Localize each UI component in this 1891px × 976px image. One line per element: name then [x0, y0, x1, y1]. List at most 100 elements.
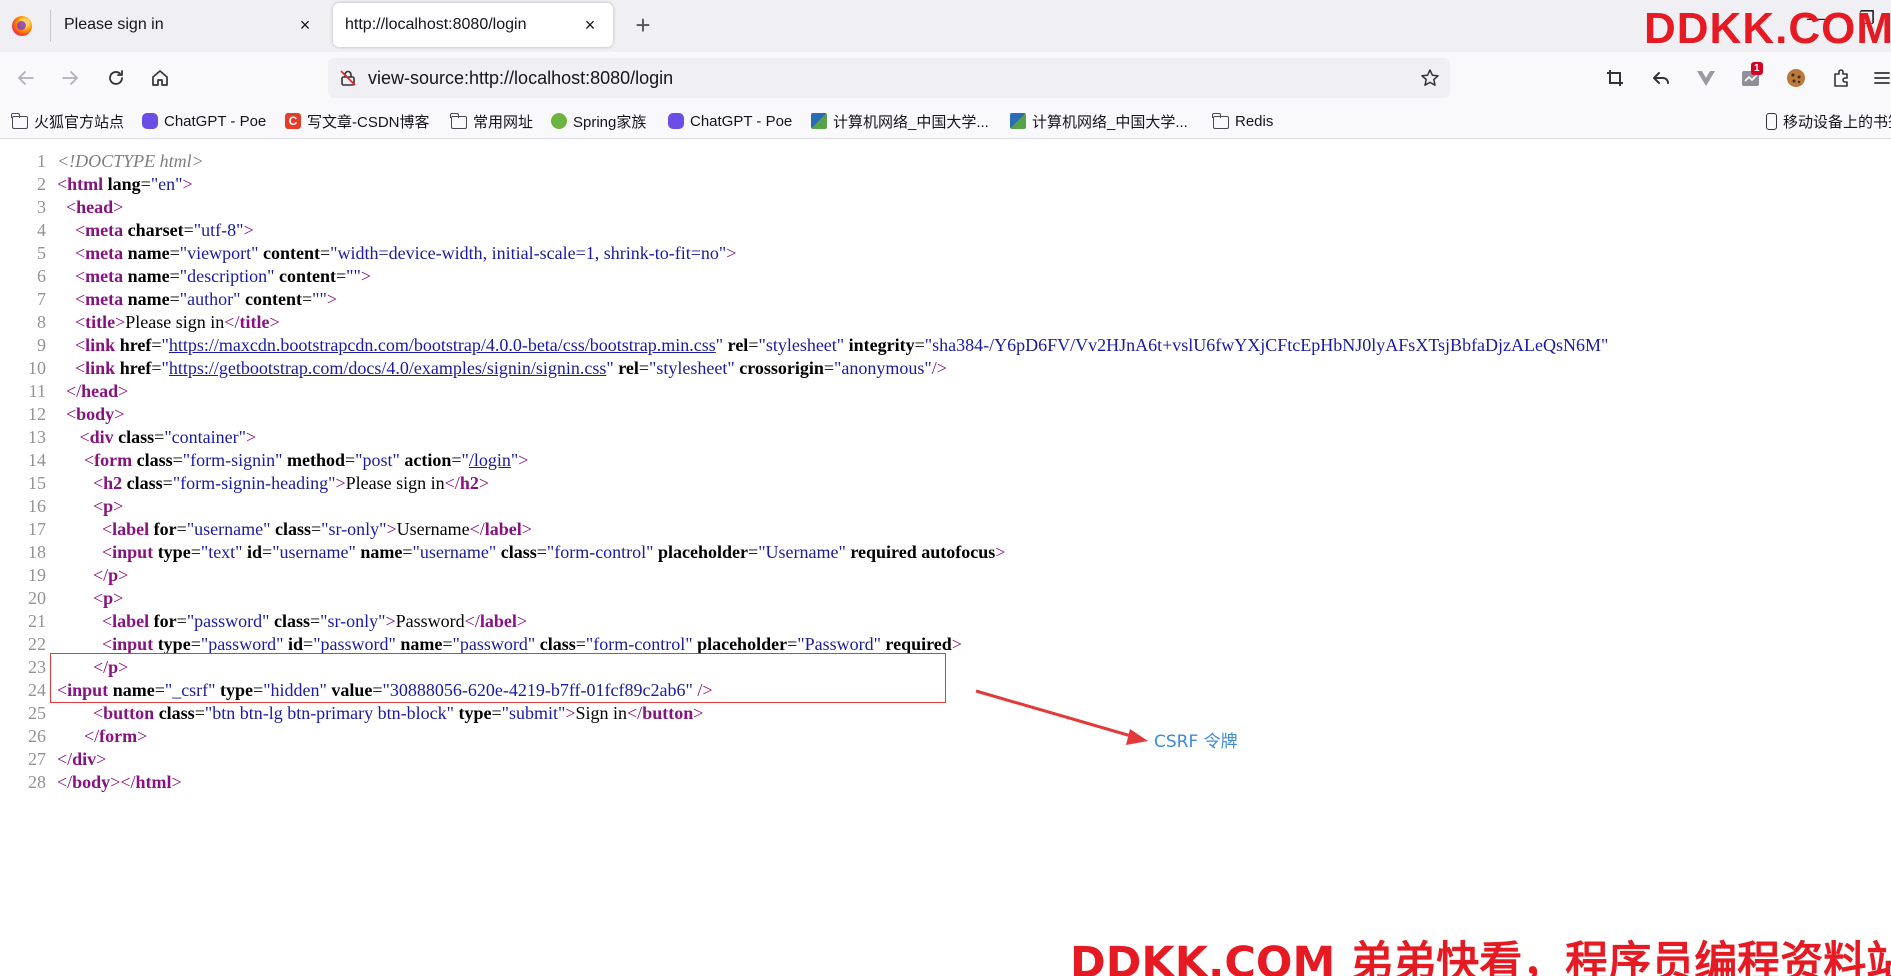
line-number: 7: [37, 289, 46, 309]
source-line: 12 <body>: [0, 403, 1891, 426]
source-code-text: <meta name="description" content="">: [75, 266, 371, 286]
source-line: 20 <p>: [0, 587, 1891, 610]
url-text[interactable]: view-source:http://localhost:8080/login: [368, 68, 1410, 89]
source-line: 18 <input type="text" id="username" name…: [0, 541, 1891, 564]
firefox-logo-icon[interactable]: [12, 16, 32, 36]
source-line: 5 <meta name="viewport" content="width=d…: [0, 242, 1891, 265]
source-line: 8 <title>Please sign in</title>: [0, 311, 1891, 334]
csdn-icon: C: [285, 113, 301, 129]
source-line: 16 <p>: [0, 495, 1891, 518]
menu-icon[interactable]: [1866, 62, 1891, 94]
line-number: 24: [28, 680, 46, 700]
source-code-text: <p>: [93, 496, 124, 516]
source-line: 11 </head>: [0, 380, 1891, 403]
source-line: 13 <div class="container">: [0, 426, 1891, 449]
line-number: 3: [37, 197, 46, 217]
forward-button[interactable]: [54, 62, 86, 94]
home-button[interactable]: [144, 62, 176, 94]
source-line: 4 <meta charset="utf-8">: [0, 219, 1891, 242]
line-number: 19: [28, 565, 46, 585]
line-number: 16: [28, 496, 46, 516]
source-code-text: <h2 class="form-signin-heading">Please s…: [93, 473, 489, 493]
bookmark-item[interactable]: ChatGPT - Poe: [142, 110, 266, 132]
bookmark-item[interactable]: 常用网址: [450, 110, 534, 132]
source-line: 14 <form class="form-signin" method="pos…: [0, 449, 1891, 472]
source-code-text: </head>: [66, 381, 129, 401]
source-code-text: <p>: [93, 588, 124, 608]
source-code-text: <button class="btn btn-lg btn-primary bt…: [93, 703, 704, 723]
tab-strip: Please sign in × http://localhost:8080/l…: [0, 0, 1891, 52]
address-bar[interactable]: view-source:http://localhost:8080/login: [328, 58, 1450, 98]
close-icon[interactable]: ×: [579, 15, 601, 36]
bookmark-label: Redis: [1235, 112, 1274, 130]
source-code-text: <meta charset="utf-8">: [75, 220, 254, 240]
source-code-text: <link href="https://getbootstrap.com/doc…: [75, 358, 947, 378]
close-icon[interactable]: ×: [294, 15, 316, 36]
bookmark-star-icon[interactable]: [1410, 58, 1450, 98]
line-number: 20: [28, 588, 46, 608]
source-code-text: </form>: [84, 726, 148, 746]
source-line: 15 <h2 class="form-signin-heading">Pleas…: [0, 472, 1891, 495]
bookmark-item[interactable]: 计算机网络_中国大学...: [811, 110, 989, 132]
bookmark-item[interactable]: Spring家族: [551, 110, 646, 132]
source-line: 9 <link href="https://maxcdn.bootstrapcd…: [0, 334, 1891, 357]
undo-icon[interactable]: [1645, 62, 1677, 94]
bookmark-label: 移动设备上的书签: [1783, 113, 1891, 131]
reload-button[interactable]: [100, 62, 132, 94]
source-line: 10 <link href="https://getbootstrap.com/…: [0, 357, 1891, 380]
source-code-text: <body>: [66, 404, 125, 424]
mobile-bookmarks-item[interactable]: 移动设备上的书签: [1766, 110, 1891, 132]
source-code-text: <link href="https://maxcdn.bootstrapcdn.…: [75, 335, 1609, 355]
bookmark-item[interactable]: 火狐官方站点: [11, 110, 125, 132]
source-line: 27 </div>: [0, 748, 1891, 771]
mooc-icon: [1010, 113, 1026, 129]
bookmark-item[interactable]: 计算机网络_中国大学...: [1010, 110, 1188, 132]
line-number: 15: [28, 473, 46, 493]
source-code-text: <label for="password" class="sr-only">Pa…: [102, 611, 527, 631]
line-number: 2: [37, 174, 46, 194]
watermark-top: DDKK.COM: [1644, 4, 1891, 53]
bookmark-label: 火狐官方站点: [34, 113, 125, 131]
tab-divider: [50, 10, 51, 42]
bookmark-item[interactable]: ChatGPT - Poe: [668, 110, 792, 132]
insecure-lock-icon[interactable]: [328, 58, 368, 98]
source-line: 25 <button class="btn btn-lg btn-primary…: [0, 702, 1891, 725]
tab-please-sign-in[interactable]: Please sign in ×: [52, 3, 328, 47]
line-number: 1: [37, 151, 46, 171]
source-code-text: <head>: [66, 197, 124, 217]
notification-badge: 1: [1751, 62, 1763, 75]
line-number: 21: [28, 611, 46, 631]
source-line: 3 <head>: [0, 196, 1891, 219]
source-code-text: <input type="text" id="username" name="u…: [102, 542, 1006, 562]
home-icon: [152, 70, 168, 86]
line-number: 4: [37, 220, 46, 240]
bookmark-item[interactable]: Redis: [1212, 110, 1274, 132]
line-number: 25: [28, 703, 46, 723]
tab-view-source[interactable]: http://localhost:8080/login ×: [333, 3, 613, 47]
back-button[interactable]: [10, 62, 42, 94]
line-number: 28: [28, 772, 46, 792]
source-code-text: </div>: [57, 749, 107, 769]
source-line: 19 </p>: [0, 564, 1891, 587]
bookmark-label: 常用网址: [473, 113, 534, 131]
source-code-text: <html lang="en">: [57, 174, 193, 194]
bookmark-item[interactable]: C 写文章-CSDN博客: [285, 110, 430, 132]
screenshot-crop-icon[interactable]: [1599, 62, 1631, 94]
line-number: 9: [37, 335, 46, 355]
source-line: 6 <meta name="description" content="">: [0, 265, 1891, 288]
line-number: 13: [28, 427, 46, 447]
spring-icon: [551, 113, 567, 129]
forward-arrow-icon: [62, 71, 78, 85]
bookmark-label: 写文章-CSDN博客: [307, 113, 430, 131]
watermark-bottom: DDKK.COM 弟弟快看，程序员编程资料站: [1070, 938, 1891, 976]
source-code-text: <label for="username" class="sr-only">Us…: [102, 519, 532, 539]
line-number: 22: [28, 634, 46, 654]
vue-devtools-icon[interactable]: [1690, 62, 1722, 94]
cookie-icon[interactable]: [1780, 62, 1812, 94]
extensions-puzzle-icon[interactable]: [1825, 62, 1857, 94]
extension-notes-icon[interactable]: 1: [1735, 62, 1767, 94]
source-line: 2 <html lang="en">: [0, 173, 1891, 196]
bookmark-label: ChatGPT - Poe: [164, 112, 267, 130]
new-tab-button[interactable]: +: [628, 10, 658, 40]
line-number: 11: [28, 381, 46, 401]
